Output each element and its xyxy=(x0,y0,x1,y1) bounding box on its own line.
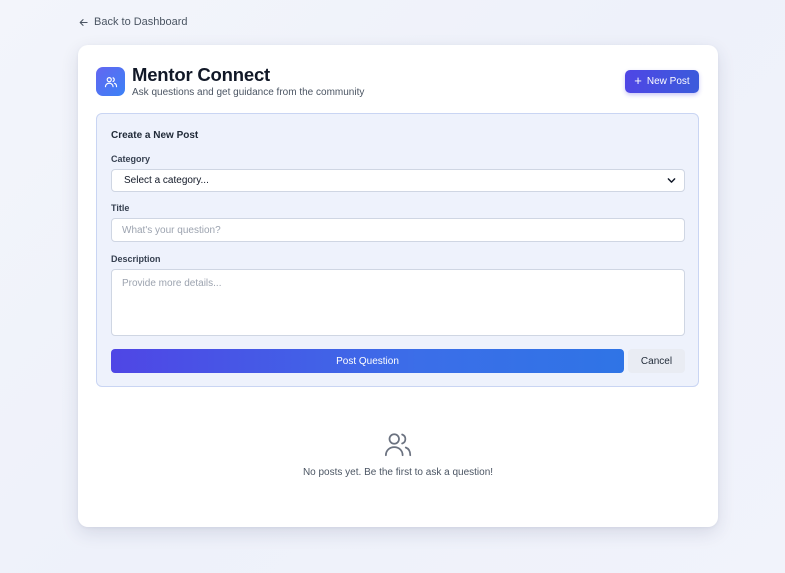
back-to-dashboard-link[interactable]: Back to Dashboard xyxy=(79,16,188,28)
cancel-button[interactable]: Cancel xyxy=(628,349,685,373)
description-label: Description xyxy=(111,254,161,264)
mentor-connect-card: Mentor Connect Ask questions and get gui… xyxy=(78,45,718,527)
plus-icon: + xyxy=(634,73,642,88)
page-title: Mentor Connect xyxy=(132,64,271,85)
description-placeholder: Provide more details... xyxy=(122,278,222,289)
chevron-down-icon xyxy=(667,178,676,183)
category-select[interactable]: Select a category... xyxy=(111,169,685,192)
post-question-button[interactable]: Post Question xyxy=(111,349,624,373)
create-post-form: Create a New Post Category Select a cate… xyxy=(96,113,699,387)
form-heading: Create a New Post xyxy=(111,130,199,141)
empty-state-message: No posts yet. Be the first to ask a ques… xyxy=(302,467,494,478)
page-subtitle: Ask questions and get guidance from the … xyxy=(132,87,365,98)
back-link-label: Back to Dashboard xyxy=(94,16,188,28)
title-placeholder: What's your question? xyxy=(122,224,221,236)
title-input[interactable]: What's your question? xyxy=(111,218,685,242)
users-icon xyxy=(385,433,412,457)
category-label: Category xyxy=(111,154,151,164)
arrow-left-icon xyxy=(79,18,88,26)
users-icon xyxy=(104,76,117,87)
new-post-button[interactable]: + New Post xyxy=(625,70,699,93)
header-icon-badge xyxy=(96,67,125,96)
title-label: Title xyxy=(111,203,130,213)
new-post-label: New Post xyxy=(646,76,690,87)
category-selected-value: Select a category... xyxy=(124,175,209,186)
description-textarea[interactable]: Provide more details... xyxy=(111,269,685,336)
empty-state: No posts yet. Be the first to ask a ques… xyxy=(78,429,718,478)
